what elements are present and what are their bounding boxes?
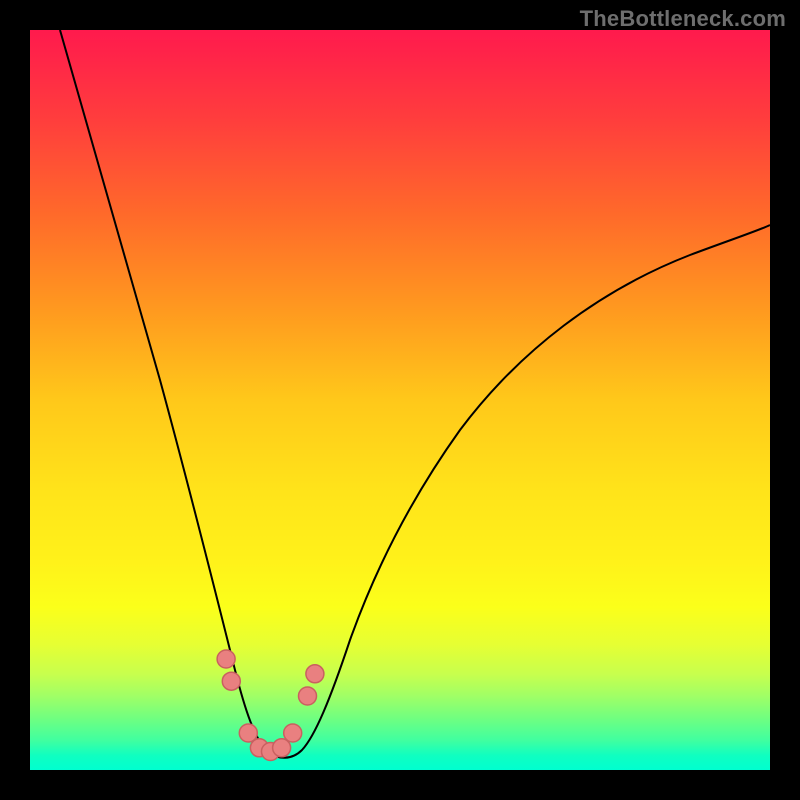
curve-marker	[217, 650, 235, 668]
curve-marker	[299, 687, 317, 705]
curve-marker	[306, 665, 324, 683]
curve-marker	[222, 672, 240, 690]
plot-svg	[30, 30, 770, 770]
curve-marker	[273, 739, 291, 757]
chart-frame: TheBottleneck.com	[0, 0, 800, 800]
curve-marker	[284, 724, 302, 742]
curve-marker	[239, 724, 257, 742]
attribution-text: TheBottleneck.com	[580, 6, 786, 32]
plot-area	[30, 30, 770, 770]
bottleneck-curve	[60, 30, 770, 758]
